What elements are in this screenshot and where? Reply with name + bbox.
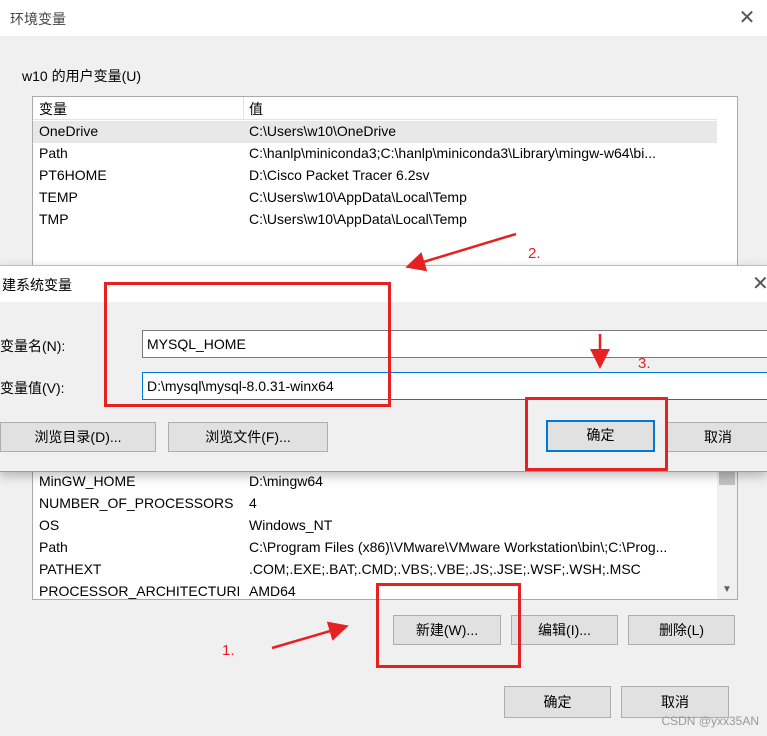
watermark: CSDN @yxx35AN — [661, 714, 759, 728]
arrow-step-2 — [405, 232, 517, 272]
annotation-arrows — [271, 232, 610, 650]
arrow-step-1 — [271, 621, 349, 650]
